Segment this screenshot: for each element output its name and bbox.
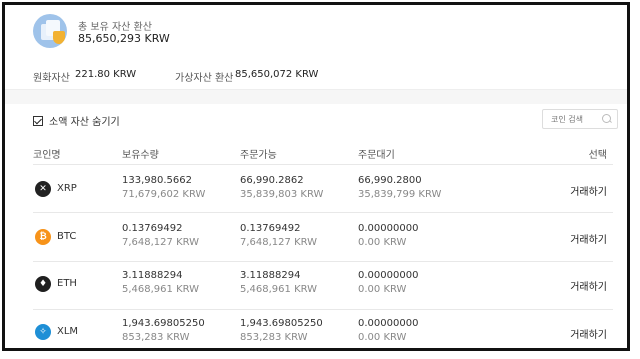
table-row: ♦ ETH 3.11888294 5,468,961 KRW 3.1188829… (5, 262, 627, 310)
virtual-assets-value: 85,650,072 KRW (235, 69, 319, 80)
holding-amount: 0.13769492 (122, 223, 183, 234)
holding-krw: 71,679,602 KRW (122, 189, 206, 200)
hide-small-assets-label: 소액 자산 숨기기 (49, 117, 120, 128)
header-select: 선택 (588, 150, 607, 161)
available-krw: 853,283 KRW (240, 332, 308, 343)
total-assets-label: 총 보유 자산 환산 (78, 22, 152, 33)
available-krw: 35,839,803 KRW (240, 189, 324, 200)
trade-button[interactable]: 거래하기 (570, 326, 607, 341)
available-amount: 0.13769492 (240, 223, 301, 234)
pending-amount: 0.00000000 (358, 270, 419, 281)
coin-symbol: XRP (57, 183, 77, 194)
virtual-assets-label: 가상자산 환산 (175, 73, 234, 84)
holding-amount: 3.11888294 (122, 270, 183, 281)
trade-button[interactable]: 거래하기 (570, 183, 607, 198)
available-krw: 7,648,127 KRW (240, 237, 318, 248)
holding-krw: 7,648,127 KRW (122, 237, 200, 248)
checkbox-checked-icon[interactable] (33, 115, 43, 126)
coin-symbol: BTC (57, 231, 77, 242)
header-pending: 주문대기 (358, 150, 395, 161)
krw-assets-label: 원화자산 (33, 73, 70, 84)
coin-symbol: XLM (57, 326, 79, 337)
available-amount: 3.11888294 (240, 270, 301, 281)
hide-small-assets-toggle[interactable]: 소액 자산 숨기기 (33, 113, 120, 128)
asset-panel: 총 보유 자산 환산 85,650,293 KRW 원화자산 221.80 KR… (2, 2, 630, 351)
holding-amount: 1,943.69805250 (122, 318, 205, 329)
pending-krw: 0.00 KRW (358, 284, 407, 295)
ethereum-icon: ♦ (35, 276, 51, 292)
coin-symbol: ETH (57, 278, 77, 289)
pending-amount: 0.00000000 (358, 223, 419, 234)
pending-amount: 66,990.2800 (358, 175, 422, 186)
pending-amount: 0.00000000 (358, 318, 419, 329)
trade-button[interactable]: 거래하기 (570, 278, 607, 293)
available-amount: 66,990.2862 (240, 175, 304, 186)
header-coin: 코인명 (33, 150, 61, 161)
available-krw: 5,468,961 KRW (240, 284, 318, 295)
stellar-icon: ✧ (35, 324, 51, 340)
pending-krw: 0.00 KRW (358, 332, 407, 343)
asset-breakdown: 원화자산 221.80 KRW 가상자산 환산 85,650,072 KRW (5, 61, 627, 89)
table-row: ✧ XLM 1,943.69805250 853,283 KRW 1,943.6… (5, 310, 627, 348)
krw-assets-value: 221.80 KRW (75, 69, 137, 80)
section-divider (5, 89, 627, 104)
search-icon[interactable] (602, 114, 611, 123)
bitcoin-icon: ₿ (35, 229, 51, 245)
holding-amount: 133,980.5662 (122, 175, 192, 186)
available-amount: 1,943.69805250 (240, 318, 323, 329)
xrp-icon: ✕ (35, 181, 51, 197)
table-row: ₿ BTC 0.13769492 7,648,127 KRW 0.1376949… (5, 213, 627, 261)
wallet-icon (33, 14, 67, 48)
holding-krw: 853,283 KRW (122, 332, 190, 343)
header-holding: 보유수량 (122, 150, 159, 161)
holding-krw: 5,468,961 KRW (122, 284, 200, 295)
total-assets-summary: 총 보유 자산 환산 85,650,293 KRW (5, 5, 627, 61)
pending-krw: 35,839,799 KRW (358, 189, 442, 200)
header-available: 주문가능 (240, 150, 277, 161)
total-assets-value: 85,650,293 KRW (78, 32, 170, 45)
pending-krw: 0.00 KRW (358, 237, 407, 248)
coin-search[interactable] (542, 109, 618, 129)
coin-search-input[interactable] (543, 113, 609, 125)
table-row: ✕ XRP 133,980.5662 71,679,602 KRW 66,990… (5, 165, 627, 213)
trade-button[interactable]: 거래하기 (570, 231, 607, 246)
